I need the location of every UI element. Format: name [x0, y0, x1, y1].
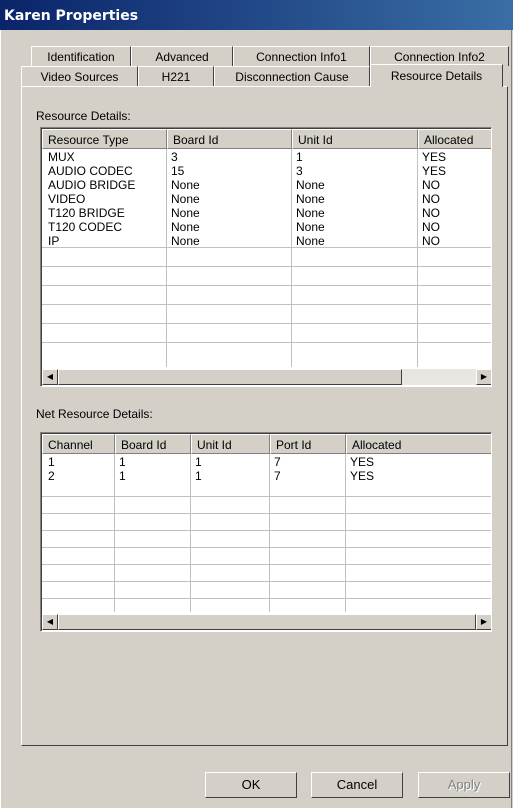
net-resource-details-table[interactable]: Channel Board Id Unit Id Port Id Allocat… [40, 432, 492, 632]
cell-board-id: None [171, 234, 200, 248]
cell-board-id: None [171, 206, 200, 220]
ok-button[interactable]: OK [205, 772, 297, 798]
cancel-button[interactable]: Cancel [311, 772, 403, 798]
tab-panel: Resource Details: Resource Type Board Id… [21, 86, 508, 746]
cell-board-id: 1 [119, 469, 126, 483]
cell-unit-id: None [296, 220, 325, 234]
resource-details-label: Resource Details: [36, 109, 131, 123]
cell-unit-id: 3 [296, 164, 303, 178]
tab-h221[interactable]: H221 [138, 66, 214, 86]
cell-allocated: YES [422, 150, 447, 164]
cell-resource-type: VIDEO [48, 192, 86, 206]
column-header-unit-id[interactable]: Unit Id [292, 129, 418, 149]
cell-channel: 1 [48, 455, 55, 469]
column-header-allocated[interactable]: Allocated [418, 129, 491, 149]
window-title: Karen Properties [4, 8, 139, 24]
cell-allocated: YES [422, 164, 447, 178]
scroll-right-icon[interactable]: ▶ [476, 614, 491, 630]
cell-allocated: YES [350, 455, 375, 469]
horizontal-scrollbar[interactable]: ◀ ▶ [42, 614, 491, 630]
scroll-right-icon[interactable]: ▶ [476, 369, 491, 385]
cell-resource-type: AUDIO BRIDGE [48, 178, 136, 192]
cell-allocated: NO [422, 234, 440, 248]
cell-resource-type: AUDIO CODEC [48, 164, 133, 178]
scroll-left-icon[interactable]: ◀ [42, 614, 58, 630]
cell-unit-id: None [296, 178, 325, 192]
cell-unit-id: None [296, 192, 325, 206]
cell-board-id: None [171, 178, 200, 192]
resource-details-table[interactable]: Resource Type Board Id Unit Id Allocated… [40, 127, 492, 387]
net-resource-details-label: Net Resource Details: [36, 407, 153, 421]
cell-resource-type: T120 CODEC [48, 220, 123, 234]
cell-unit-id: None [296, 206, 325, 220]
cell-allocated: YES [350, 469, 375, 483]
column-header-resource-type[interactable]: Resource Type [42, 129, 167, 149]
horizontal-scrollbar[interactable]: ◀ ▶ [42, 369, 491, 385]
cell-allocated: NO [422, 192, 440, 206]
tab-resource-details[interactable]: Resource Details [370, 64, 503, 87]
scrollbar-thumb[interactable] [58, 614, 476, 630]
title-bar: Karen Properties [0, 0, 513, 30]
cell-board-id: None [171, 220, 200, 234]
tab-connection-info1[interactable]: Connection Info1 [233, 46, 370, 66]
cell-allocated: NO [422, 206, 440, 220]
column-header-channel[interactable]: Channel [42, 434, 115, 454]
cell-allocated: NO [422, 220, 440, 234]
dialog-window: Identification Advanced Connection Info1… [0, 30, 512, 808]
cell-channel: 2 [48, 469, 55, 483]
scrollbar-thumb[interactable] [58, 369, 402, 385]
column-header-port-id[interactable]: Port Id [270, 434, 346, 454]
column-header-board-id[interactable]: Board Id [115, 434, 191, 454]
cell-unit-id: None [296, 234, 325, 248]
column-header-unit-id[interactable]: Unit Id [191, 434, 270, 454]
column-header-board-id[interactable]: Board Id [167, 129, 292, 149]
scroll-left-icon[interactable]: ◀ [42, 369, 58, 385]
cell-resource-type: IP [48, 234, 60, 248]
cell-unit-id: 1 [195, 469, 202, 483]
cell-board-id: 1 [119, 455, 126, 469]
tab-connection-info2[interactable]: Connection Info2 [370, 46, 509, 66]
cell-port-id: 7 [274, 455, 281, 469]
tab-disconnection-cause[interactable]: Disconnection Cause [214, 66, 370, 86]
tab-video-sources[interactable]: Video Sources [21, 66, 138, 86]
tab-identification[interactable]: Identification [31, 46, 131, 66]
column-header-allocated[interactable]: Allocated [346, 434, 491, 454]
apply-button[interactable]: Apply [418, 772, 510, 798]
cell-board-id: 15 [171, 164, 185, 178]
cell-port-id: 7 [274, 469, 281, 483]
cell-board-id: 3 [171, 150, 178, 164]
cell-resource-type: T120 BRIDGE [48, 206, 125, 220]
cell-resource-type: MUX [48, 150, 75, 164]
cell-unit-id: 1 [195, 455, 202, 469]
cell-allocated: NO [422, 178, 440, 192]
tab-advanced[interactable]: Advanced [131, 46, 233, 66]
cell-board-id: None [171, 192, 200, 206]
cell-unit-id: 1 [296, 150, 303, 164]
